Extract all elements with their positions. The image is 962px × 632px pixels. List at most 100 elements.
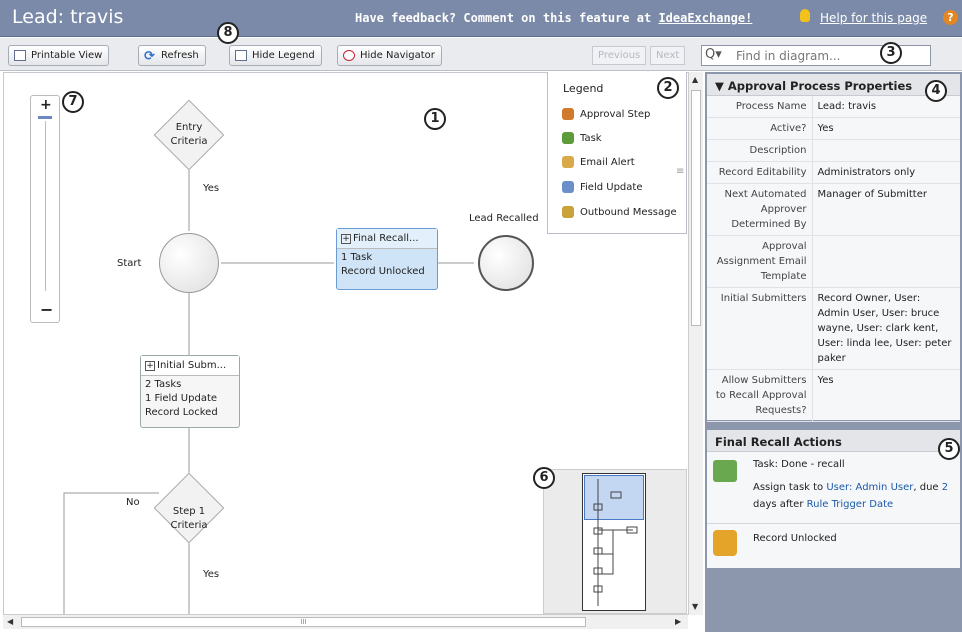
diagram-navigator[interactable] [543,469,687,614]
rule-trigger-date-link[interactable]: Rule Trigger Date [807,499,894,510]
properties-title: Approval Process Properties [727,79,913,93]
initial-line1: 2 Tasks [145,379,182,390]
step1-criteria-label: Step 1 Criteria [159,505,219,533]
callout-7: 7 [62,91,84,113]
legend-item-email-alert: Email Alert [562,156,635,168]
hide-legend-label: Hide Legend [252,50,315,61]
hide-legend-button[interactable]: Hide Legend [229,45,322,66]
legend-icon [235,50,247,61]
property-key: Initial Submitters [707,287,813,370]
table-row: Next Automated Approver Determined By Man… [707,183,960,236]
scroll-down-arrow[interactable]: ▼ [692,602,698,611]
diagram-vertical-scrollbar[interactable]: ▲ ▼ [688,72,703,615]
approval-process-properties-panel: ▼ Approval Process Properties Process Na… [707,74,960,422]
property-value: Manager of Submitter [812,183,960,236]
properties-header[interactable]: ▼ Approval Process Properties [707,74,960,96]
hide-navigator-label: Hide Navigator [360,50,435,61]
zoom-slider[interactable]: + − [30,95,60,323]
legend-item-field-update: Field Update [562,181,642,193]
lightbulb-icon [800,9,810,22]
final-recall-header: + Final Recall... [337,229,437,249]
property-key: Allow Submitters to Recall Approval Requ… [707,369,813,422]
zoom-thumb[interactable] [38,116,52,119]
help-icon[interactable]: ? [943,10,958,25]
assign-mid2: days after [753,499,807,510]
initial-line2: 1 Field Update [145,393,218,404]
unlock-icon [713,530,737,556]
property-key: Process Name [707,96,813,118]
title-bar: Lead: travis Have feedback? Comment on t… [0,0,962,37]
initial-line3: Record Locked [145,407,218,418]
no-label: No [126,497,140,508]
printable-view-button[interactable]: Printable View [8,45,110,66]
legend-label: Outbound Message [580,207,677,218]
scroll-up-arrow[interactable]: ▲ [692,75,698,84]
refresh-button[interactable]: ⟳ Refresh [138,45,206,66]
lead-recalled-label: Lead Recalled [469,213,539,224]
scroll-right-arrow[interactable]: ▶ [675,617,681,626]
hide-navigator-button[interactable]: Hide Navigator [337,45,442,66]
callout-3: 3 [880,42,902,64]
due-days-link[interactable]: 2 [942,482,948,493]
vscroll-thumb[interactable] [691,90,701,326]
legend-grip-icon: ≡ [676,166,685,177]
table-row: Approval Assignment Email Template [707,235,960,288]
lead-recalled-node[interactable] [478,235,534,291]
hscroll-thumb[interactable]: III [21,617,586,627]
navigator-icon [343,50,355,61]
start-label: Start [117,258,142,269]
side-panel: ▼ Approval Process Properties Process Na… [705,72,962,632]
admin-user-link[interactable]: User: Admin User [826,482,913,493]
initial-submission-node[interactable]: + Initial Subm... 2 Tasks 1 Field Update Re… [140,355,240,428]
legend-item-task: Task [562,132,602,144]
table-row: Description [707,139,960,162]
property-value [812,235,960,288]
entry-line1: Entry [175,122,203,133]
yes-label-2: Yes [203,569,220,580]
yes-label-1: Yes [203,183,220,194]
table-row: Active? Yes [707,117,960,140]
diagram-horizontal-scrollbar[interactable]: ◀ III ▶ [3,614,688,629]
table-row: Initial Submitters Record Owner, User: Ad… [707,287,960,370]
table-row: Process Name Lead: travis [707,96,960,118]
final-recall-line2: Record Unlocked [341,266,425,277]
task-icon [562,132,574,144]
refresh-icon: ⟳ [144,49,155,64]
recall-header: Final Recall Actions [707,430,960,452]
record-unlocked-text: Record Unlocked [753,533,837,544]
initial-submission-title: Initial Subm... [157,360,227,371]
final-recall-actions-panel: Final Recall Actions Task: Done - recall… [707,430,960,568]
callout-2: 2 [657,77,679,99]
callout-5: 5 [938,438,960,460]
zoom-out-button[interactable]: − [40,300,53,319]
property-value: Administrators only [812,161,960,184]
next-button[interactable]: Next [650,46,686,65]
field-update-icon [562,181,574,193]
ideaexchange-link[interactable]: IdeaExchange! [658,11,752,25]
properties-table: Process Name Lead: travis Active? Yes Desc… [707,96,960,422]
legend-title: Legend [563,82,604,95]
search-icon[interactable]: Q▾ [705,47,722,62]
printer-icon [14,50,26,61]
expand-icon[interactable]: + [341,234,351,244]
help-link[interactable]: Help for this page [820,11,927,25]
final-recall-node[interactable]: + Final Recall... 1 Task Record Unlocked [336,228,438,290]
callout-1: 1 [424,108,446,130]
previous-button[interactable]: Previous [592,46,647,65]
start-node[interactable] [159,233,219,293]
assign-prefix: Assign task to [753,482,827,493]
recall-task-title: Task: Done - recall [753,459,845,470]
scroll-left-arrow[interactable]: ◀ [7,617,13,626]
final-recall-title: Final Recall... [353,233,419,244]
feedback-text: Have feedback? Comment on this feature a… [355,11,752,25]
callout-8: 8 [217,22,239,44]
collapse-icon[interactable]: ▼ [715,79,724,93]
table-row: Record Editability Administrators only [707,161,960,184]
property-key: Next Automated Approver Determined By [707,183,813,236]
property-value: Yes [812,369,960,422]
expand-icon[interactable]: + [145,361,155,371]
property-value: Yes [812,117,960,140]
final-recall-line1: 1 Task [341,252,373,263]
zoom-in-button[interactable]: + [40,97,52,113]
search-placeholder: Find in diagram... [736,49,841,63]
